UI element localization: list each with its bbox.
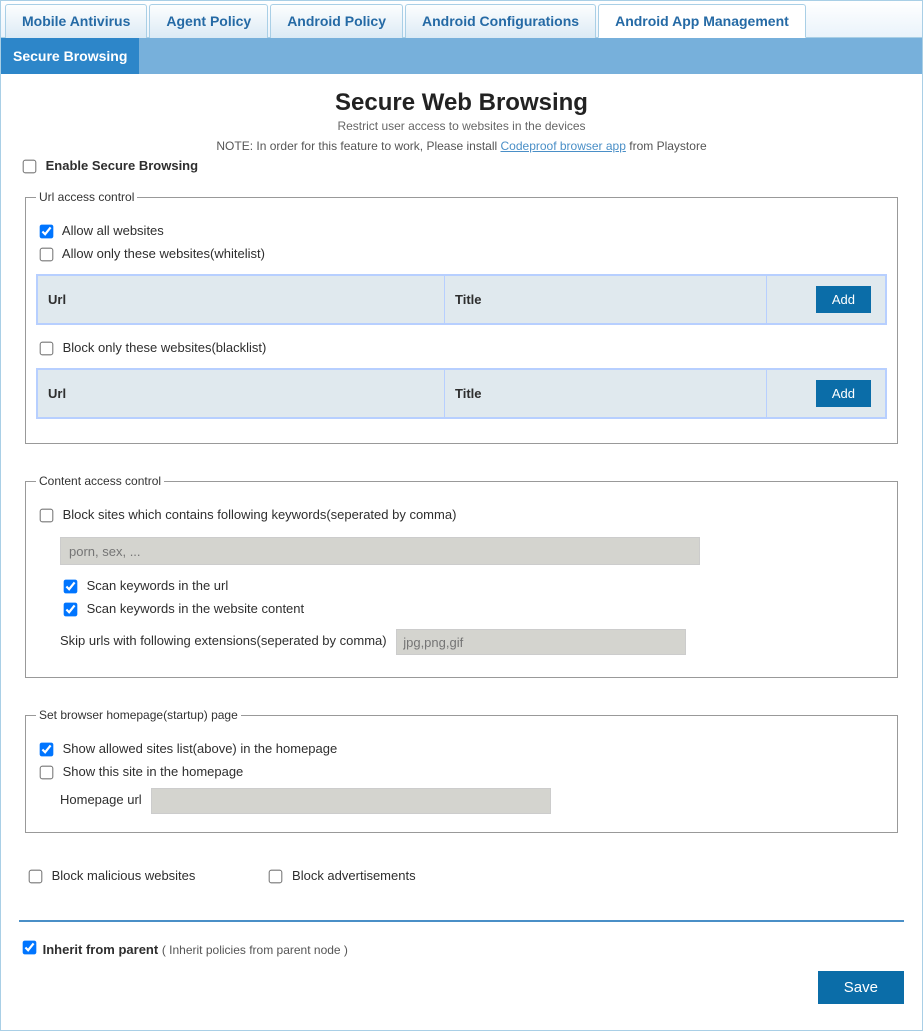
keywords-nested: Scan keywords in the url Scan keywords i… xyxy=(60,531,887,655)
block-malicious-row: Block malicious websites xyxy=(25,867,195,886)
show-site-label: Show this site in the homepage xyxy=(63,764,244,779)
inherit-note: ( Inherit policies from parent node ) xyxy=(162,943,348,957)
enable-secure-browsing-checkbox[interactable] xyxy=(23,160,37,174)
show-site-checkbox[interactable] xyxy=(40,766,54,780)
col-add: Add xyxy=(766,369,886,418)
content-area: Secure Web Browsing Restrict user access… xyxy=(1,74,922,1030)
note-suffix: from Playstore xyxy=(626,139,707,153)
allow-only-label: Allow only these websites(whitelist) xyxy=(62,246,265,261)
homepage-url-row: Homepage url xyxy=(60,788,887,814)
url-access-control: Url access control Allow all websites Al… xyxy=(25,190,898,444)
content-access-control: Content access control Block sites which… xyxy=(25,474,898,678)
show-allowed-label: Show allowed sites list(above) in the ho… xyxy=(63,741,338,756)
subtab-secure-browsing[interactable]: Secure Browsing xyxy=(1,38,139,74)
scan-url-checkbox[interactable] xyxy=(64,580,78,594)
top-tab-bar: Mobile Antivirus Agent Policy Android Po… xyxy=(1,1,922,38)
col-url: Url xyxy=(37,275,445,324)
block-keywords-row: Block sites which contains following key… xyxy=(36,506,887,525)
misc-row: Block malicious websites Block advertise… xyxy=(25,863,898,890)
block-malicious-checkbox[interactable] xyxy=(29,870,43,884)
block-only-label: Block only these websites(blacklist) xyxy=(63,340,267,355)
block-keywords-checkbox[interactable] xyxy=(40,509,54,523)
whitelist-table: Url Title Add xyxy=(36,274,887,325)
allow-all-label: Allow all websites xyxy=(62,223,164,238)
tab-android-policy[interactable]: Android Policy xyxy=(270,4,403,38)
allow-all-row: Allow all websites xyxy=(36,222,887,241)
block-keywords-label: Block sites which contains following key… xyxy=(63,507,457,522)
scan-url-label: Scan keywords in the url xyxy=(87,578,229,593)
save-button[interactable]: Save xyxy=(818,971,904,1004)
tab-android-configurations[interactable]: Android Configurations xyxy=(405,4,596,38)
block-ads-checkbox[interactable] xyxy=(269,870,283,884)
tab-mobile-antivirus[interactable]: Mobile Antivirus xyxy=(5,4,147,38)
whitelist-add-button[interactable]: Add xyxy=(816,286,871,313)
tab-agent-policy[interactable]: Agent Policy xyxy=(149,4,268,38)
col-add: Add xyxy=(766,275,886,324)
skip-ext-row: Skip urls with following extensions(sepe… xyxy=(60,629,887,655)
inherit-label: Inherit from parent xyxy=(43,942,159,957)
keywords-input[interactable] xyxy=(60,537,700,565)
tab-android-app-management[interactable]: Android App Management xyxy=(598,4,806,38)
blacklist-table: Url Title Add xyxy=(36,368,887,419)
show-allowed-row: Show allowed sites list(above) in the ho… xyxy=(36,740,887,759)
app-frame: Mobile Antivirus Agent Policy Android Po… xyxy=(0,0,923,1031)
block-only-checkbox[interactable] xyxy=(40,342,54,356)
table-row: Url Title Add xyxy=(37,369,886,418)
enable-secure-browsing-row: Enable Secure Browsing xyxy=(19,157,904,176)
table-row: Url Title Add xyxy=(37,275,886,324)
block-ads-row: Block advertisements xyxy=(265,867,415,886)
skip-ext-label: Skip urls with following extensions(sepe… xyxy=(60,633,387,648)
footer-divider xyxy=(19,920,904,922)
col-url: Url xyxy=(37,369,445,418)
page-title: Secure Web Browsing xyxy=(19,89,904,117)
skip-ext-input[interactable] xyxy=(396,629,686,655)
homepage-control: Set browser homepage(startup) page Show … xyxy=(25,708,898,833)
browser-app-link[interactable]: Codeproof browser app xyxy=(501,139,626,153)
homepage-legend: Set browser homepage(startup) page xyxy=(36,708,241,722)
scan-url-row: Scan keywords in the url xyxy=(60,577,887,596)
block-malicious-label: Block malicious websites xyxy=(52,868,196,883)
sub-tab-bar: Secure Browsing xyxy=(1,38,922,74)
save-row: Save xyxy=(19,971,904,1012)
block-ads-label: Block advertisements xyxy=(292,868,416,883)
show-site-row: Show this site in the homepage xyxy=(36,763,887,782)
scan-content-row: Scan keywords in the website content xyxy=(60,600,887,619)
note-prefix: NOTE: In order for this feature to work,… xyxy=(216,139,500,153)
block-only-row: Block only these websites(blacklist) xyxy=(36,339,887,358)
inherit-row: Inherit from parent ( Inherit policies f… xyxy=(19,938,904,957)
show-allowed-checkbox[interactable] xyxy=(40,743,54,757)
allow-only-checkbox[interactable] xyxy=(40,248,54,262)
url-access-legend: Url access control xyxy=(36,190,137,204)
col-title: Title xyxy=(445,275,766,324)
blacklist-add-button[interactable]: Add xyxy=(816,380,871,407)
content-access-legend: Content access control xyxy=(36,474,164,488)
allow-all-checkbox[interactable] xyxy=(40,225,54,239)
homepage-url-input[interactable] xyxy=(151,788,551,814)
allow-only-row: Allow only these websites(whitelist) xyxy=(36,245,887,264)
page-note: NOTE: In order for this feature to work,… xyxy=(19,139,904,153)
inherit-checkbox[interactable] xyxy=(23,941,37,955)
scan-content-checkbox[interactable] xyxy=(64,603,78,617)
homepage-url-label: Homepage url xyxy=(60,792,142,807)
page-subtitle: Restrict user access to websites in the … xyxy=(19,119,904,133)
scan-content-label: Scan keywords in the website content xyxy=(87,601,305,616)
col-title: Title xyxy=(445,369,766,418)
enable-secure-browsing-label: Enable Secure Browsing xyxy=(46,158,198,173)
